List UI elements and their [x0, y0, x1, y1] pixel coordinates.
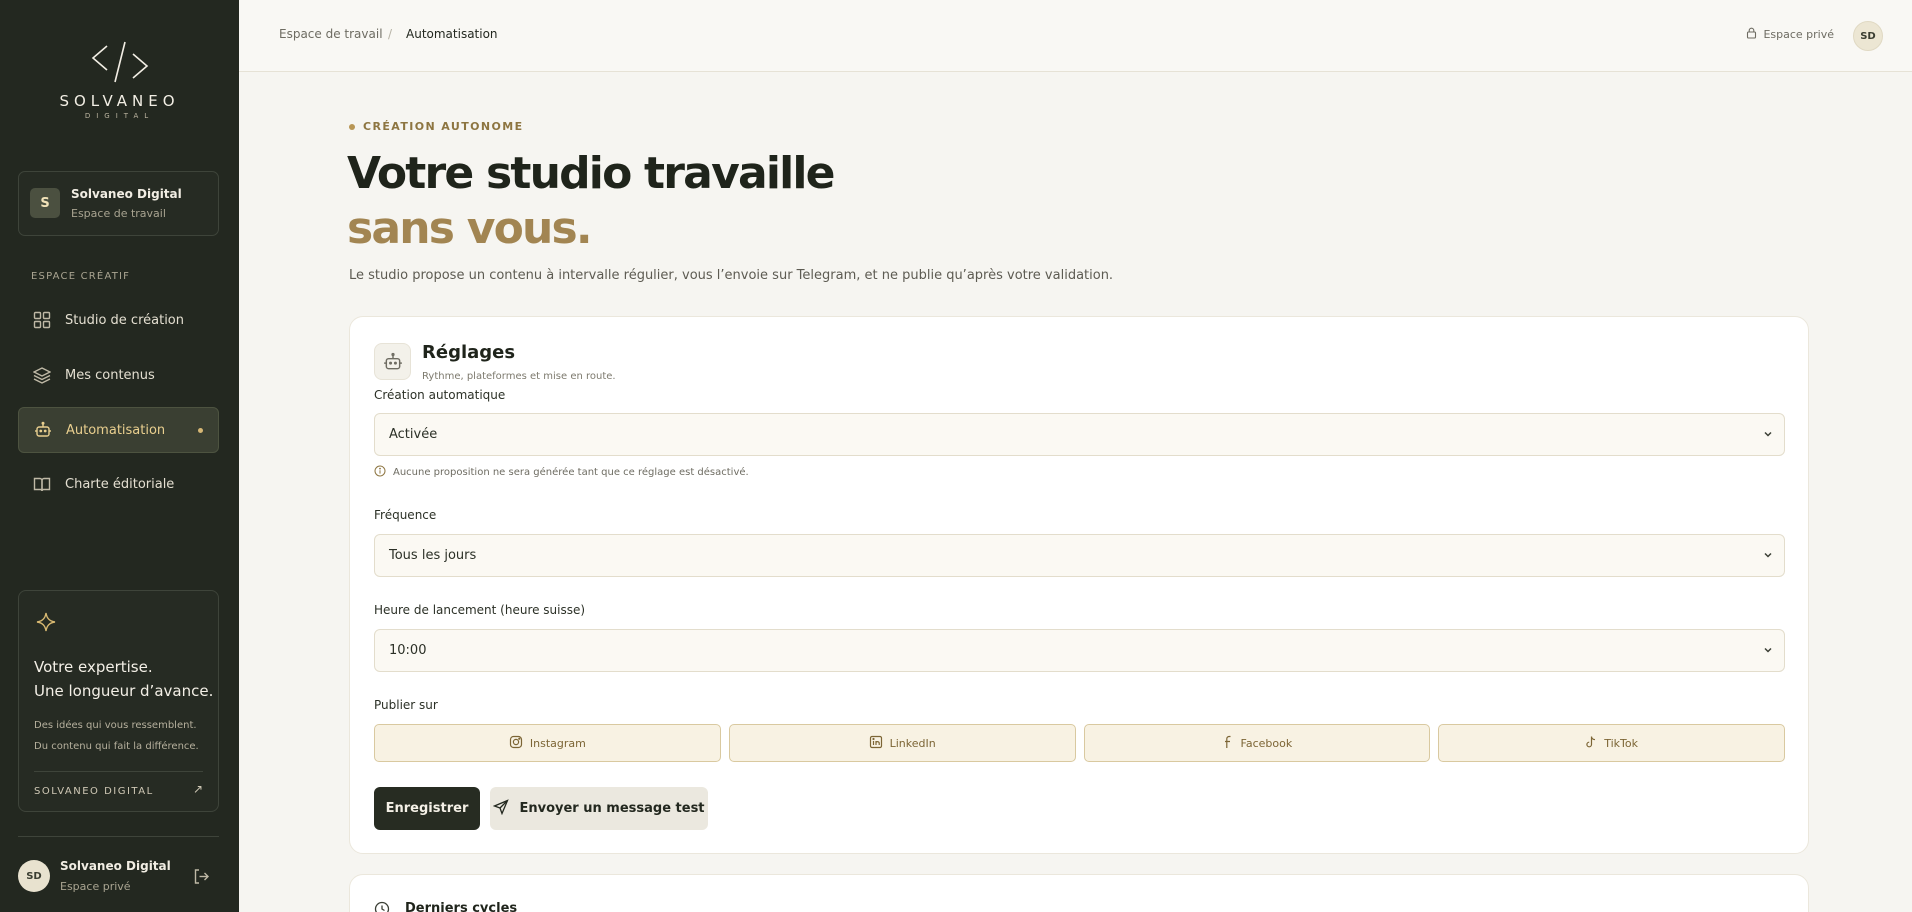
workspace-name: Solvaneo Digital: [71, 187, 182, 201]
send-icon: [493, 798, 510, 819]
chevron-down-icon: [1762, 549, 1774, 565]
sidebar-item-charte[interactable]: Charte éditoriale: [18, 461, 219, 507]
topbar: Espace de travail / Automatisation Espac…: [239, 0, 1912, 72]
page-title-accent: sans vous.: [347, 203, 593, 254]
robot-icon: [374, 343, 411, 380]
user-name: Solvaneo Digital: [60, 859, 171, 873]
grid-icon: [32, 310, 52, 330]
promo-title-line: Votre expertise.: [34, 658, 153, 676]
cycles-title: Derniers cycles: [405, 901, 518, 912]
info-icon: [374, 465, 386, 480]
brand-sub: DIGITAL: [84, 112, 155, 120]
eyebrow-dot: [349, 123, 355, 130]
instagram-icon: [509, 735, 523, 752]
platform-label: TikTok: [1604, 736, 1638, 750]
sidebar-item-label: Mes contenus: [65, 367, 155, 383]
sidebar-item-label: Automatisation: [66, 422, 166, 438]
save-button[interactable]: Enregistrer: [374, 787, 480, 830]
auto-creation-select[interactable]: Activée: [374, 413, 1785, 456]
breadcrumb-workspace[interactable]: Espace de travail: [279, 27, 383, 41]
page-description: Le studio propose un contenu à intervall…: [349, 268, 1114, 283]
launch-time-select[interactable]: 10:00: [374, 629, 1785, 672]
send-test-button[interactable]: Envoyer un message test: [490, 787, 708, 830]
platform-toggle-facebook[interactable]: Facebook: [1083, 724, 1431, 762]
book-icon: [32, 474, 52, 494]
hint-text: Aucune proposition ne sera générée tant …: [393, 467, 749, 478]
field-hint: Aucune proposition ne sera générée tant …: [374, 465, 749, 480]
chevron-down-icon: [1762, 428, 1774, 444]
breadcrumb-current: Automatisation: [406, 27, 498, 41]
divider: [34, 771, 203, 772]
page-title: Votre studio travaille: [347, 148, 836, 199]
avatar[interactable]: SD: [18, 860, 50, 892]
facebook-icon: [1222, 735, 1234, 752]
tiktok-icon: [1585, 735, 1597, 752]
chevron-down-icon: [1762, 644, 1774, 660]
promo-text: Des idées qui vous ressemblent. Du conte…: [34, 715, 199, 757]
clock-icon: [374, 901, 390, 912]
platform-toggle-linkedin[interactable]: LinkedIn: [728, 724, 1076, 762]
promo-title-line: Une longueur d’avance.: [34, 682, 214, 700]
robot-icon: [33, 420, 53, 440]
platform-toggles: Instagram LinkedIn Facebook TikTok: [374, 724, 1785, 762]
brand-name: SOLVANEO: [59, 92, 180, 110]
select-value: Tous les jours: [389, 548, 477, 563]
select-value: Activée: [389, 427, 438, 442]
sidebar-item-studio[interactable]: Studio de création: [18, 297, 219, 343]
code-icon: [91, 41, 148, 83]
sparkle-icon: [35, 611, 57, 637]
breadcrumb-separator: /: [388, 27, 393, 41]
user-sub: Espace privé: [60, 880, 131, 893]
sidebar-item-contenus[interactable]: Mes contenus: [18, 352, 219, 398]
workspace-sub: Espace de travail: [71, 207, 166, 220]
promo-brand-link[interactable]: SOLVANEO DIGITAL: [34, 786, 154, 797]
settings-card: Réglages Rythme, plateformes et mise en …: [349, 316, 1809, 854]
frequency-select[interactable]: Tous les jours: [374, 534, 1785, 577]
field-label: Fréquence: [374, 508, 437, 522]
sidebar-item-label: Charte éditoriale: [65, 476, 175, 492]
brand-logo[interactable]: SOLVANEO DIGITAL: [0, 38, 239, 120]
field-label: Heure de lancement (heure suisse): [374, 603, 586, 617]
sidebar-item-label: Studio de création: [65, 312, 184, 328]
promo-card: Votre expertise. Une longueur d’avance. …: [18, 590, 219, 812]
promo-title: Votre expertise. Une longueur d’avance.: [34, 655, 213, 703]
platform-label: Instagram: [529, 736, 586, 750]
lock-icon: [1746, 27, 1757, 42]
platform-toggle-instagram[interactable]: Instagram: [374, 724, 721, 762]
sidebar: SOLVANEO DIGITAL S Solvaneo Digital Espa…: [0, 0, 239, 912]
workspace-avatar: S: [30, 188, 60, 218]
private-label: Espace privé: [1763, 28, 1834, 41]
platform-label: LinkedIn: [889, 736, 936, 750]
select-value: 10:00: [389, 643, 427, 658]
field-label: Publier sur: [374, 698, 438, 712]
workspace-switcher[interactable]: S Solvaneo Digital Espace de travail: [18, 171, 219, 236]
platform-toggle-tiktok[interactable]: TikTok: [1438, 724, 1785, 762]
external-arrow-icon[interactable]: ↗: [193, 782, 203, 796]
avatar[interactable]: SD: [1853, 21, 1883, 51]
logout-icon[interactable]: [193, 868, 210, 889]
section-label: ESPACE CRÉATIF: [31, 271, 131, 282]
sidebar-item-automatisation[interactable]: Automatisation: [18, 407, 219, 453]
card-title: Réglages: [422, 342, 516, 363]
active-indicator: [198, 428, 203, 433]
platform-label: Facebook: [1240, 736, 1293, 750]
eyebrow-label: CRÉATION AUTONOME: [363, 120, 524, 133]
promo-text-line: Du contenu qui fait la différence.: [34, 741, 199, 752]
cycles-card: Derniers cycles: [349, 874, 1809, 912]
card-subtitle: Rythme, plateformes et mise en route.: [422, 371, 616, 382]
layers-icon: [32, 365, 52, 385]
field-label: Création automatique: [374, 388, 506, 402]
eyebrow: CRÉATION AUTONOME: [349, 120, 523, 133]
promo-text-line: Des idées qui vous ressemblent.: [34, 720, 197, 731]
private-space-badge: Espace privé: [1746, 27, 1834, 42]
send-test-label: Envoyer un message test: [519, 801, 705, 816]
divider: [18, 836, 219, 837]
linkedin-icon: [869, 735, 883, 752]
